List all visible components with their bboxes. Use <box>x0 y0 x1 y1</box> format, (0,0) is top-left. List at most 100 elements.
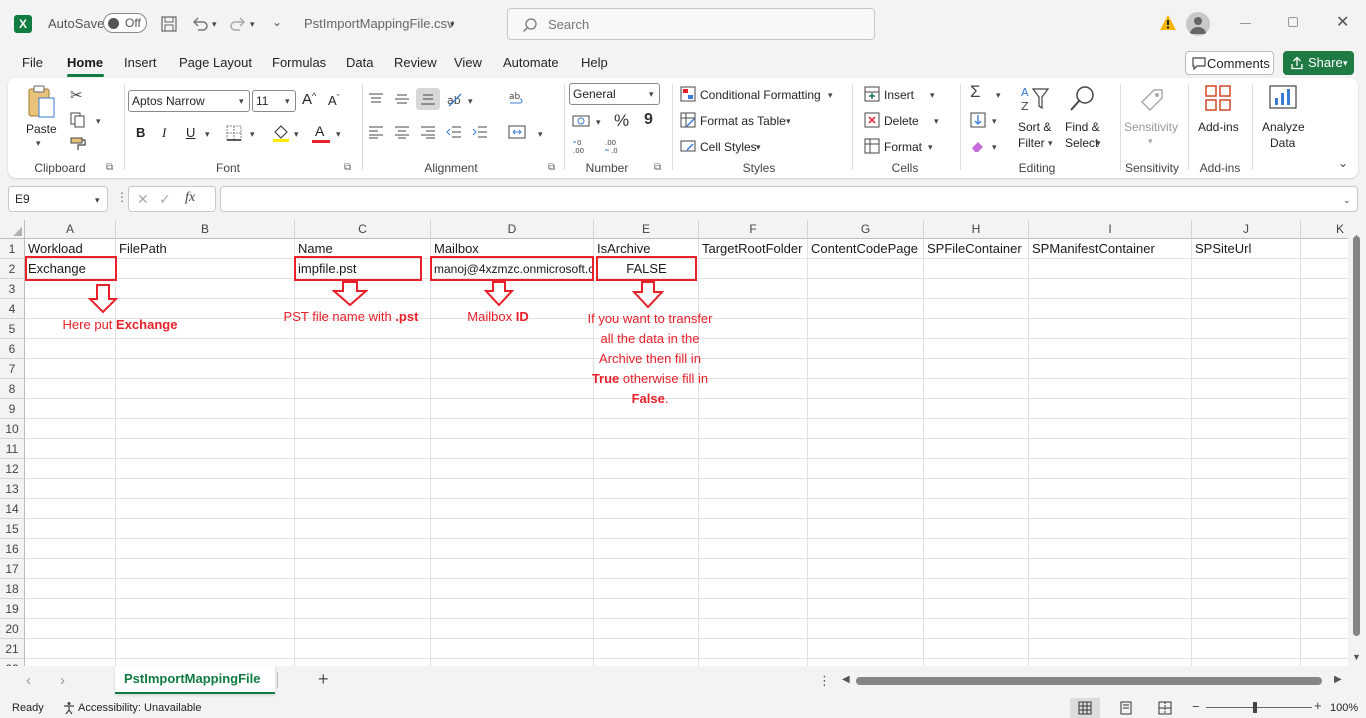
format-cells-button[interactable]: Format <box>884 140 922 154</box>
cancel-entry-icon[interactable]: ✕ <box>137 191 149 208</box>
accessibility-icon[interactable] <box>62 701 76 715</box>
normal-view-button[interactable] <box>1070 698 1100 718</box>
number-launcher-icon[interactable]: ⧉ <box>654 162 661 173</box>
select-all-corner[interactable] <box>0 220 25 239</box>
row-header-11[interactable]: 11 <box>0 439 25 459</box>
tab-view[interactable]: View <box>454 55 482 70</box>
row-header-3[interactable]: 3 <box>0 279 25 299</box>
undo-icon[interactable] <box>190 14 210 34</box>
add-ins-button[interactable]: Add-ins <box>1198 120 1239 134</box>
find-select-label-2[interactable]: Select <box>1065 136 1098 150</box>
column-header-b[interactable]: B <box>116 220 295 239</box>
cell-g1[interactable]: ContentCodePage <box>808 239 924 259</box>
clear-dropdown-icon[interactable]: ▾ <box>992 142 997 153</box>
row-header-14[interactable]: 14 <box>0 499 25 519</box>
underline-dropdown-icon[interactable]: ▾ <box>205 129 210 140</box>
restore-icon[interactable] <box>1288 17 1298 27</box>
accounting-format-icon[interactable] <box>572 113 590 129</box>
row-header-12[interactable]: 12 <box>0 459 25 479</box>
row-header-22[interactable]: 22 <box>0 659 25 666</box>
column-header-k[interactable]: K <box>1301 220 1348 239</box>
borders-dropdown-icon[interactable]: ▾ <box>250 129 255 140</box>
font-size-select[interactable]: 11 ▾ <box>252 90 296 112</box>
save-icon[interactable] <box>160 15 178 33</box>
cell-j1[interactable]: SPSiteUrl <box>1192 239 1301 259</box>
comma-button[interactable]: 9 <box>644 111 653 129</box>
row-header-4[interactable]: 4 <box>0 299 25 319</box>
tab-file[interactable]: File <box>22 55 43 70</box>
row-header-16[interactable]: 16 <box>0 539 25 559</box>
confirm-entry-icon[interactable]: ✓ <box>159 191 171 208</box>
column-header-g[interactable]: G <box>808 220 924 239</box>
paste-label[interactable]: Paste <box>26 122 57 136</box>
fill-dropdown-icon[interactable]: ▾ <box>294 129 299 140</box>
grow-font-icon[interactable]: A^ <box>302 91 316 108</box>
chevron-down-icon[interactable]: ▾ <box>756 142 761 153</box>
tab-insert[interactable]: Insert <box>124 55 157 70</box>
sort-filter-label-1[interactable]: Sort & <box>1018 120 1051 134</box>
insert-cells-button[interactable]: Insert <box>884 88 914 102</box>
row-header-8[interactable]: 8 <box>0 379 25 399</box>
sort-filter-label-2[interactable]: Filter <box>1018 136 1045 150</box>
close-icon[interactable]: ✕ <box>1336 12 1349 32</box>
horizontal-scroll-thumb[interactable] <box>856 677 1322 685</box>
align-left-icon[interactable] <box>368 125 384 139</box>
format-painter-icon[interactable] <box>70 136 86 152</box>
find-select-icon[interactable] <box>1068 84 1098 114</box>
cell-h1[interactable]: SPFileContainer <box>924 239 1029 259</box>
merge-center-icon[interactable] <box>508 124 526 140</box>
cell-styles-icon[interactable] <box>680 138 696 154</box>
autosum-dropdown-icon[interactable]: ▾ <box>996 90 1001 101</box>
conditional-formatting-button[interactable]: Conditional Formatting <box>700 88 821 102</box>
scroll-right-icon[interactable]: ▶ <box>1334 674 1342 685</box>
row-header-10[interactable]: 10 <box>0 419 25 439</box>
fill-color-icon[interactable] <box>272 123 290 143</box>
orientation-icon[interactable]: ab <box>446 90 464 108</box>
tab-help[interactable]: Help <box>581 55 608 70</box>
tab-split-handle-icon[interactable]: ⋮ <box>818 673 831 689</box>
zoom-slider-track[interactable] <box>1206 707 1312 708</box>
column-header-j[interactable]: J <box>1192 220 1301 239</box>
increase-decimal-icon[interactable]: 0.00 <box>572 138 592 154</box>
autosum-icon[interactable]: Σ <box>970 82 981 102</box>
redo-dropdown-icon[interactable]: ▾ <box>250 19 255 30</box>
tab-review[interactable]: Review <box>394 55 437 70</box>
column-header-f[interactable]: F <box>699 220 808 239</box>
column-header-d[interactable]: D <box>431 220 594 239</box>
zoom-slider-thumb[interactable] <box>1253 702 1257 713</box>
conditional-formatting-icon[interactable] <box>680 86 696 102</box>
paste-icon[interactable] <box>26 84 55 120</box>
undo-dropdown-icon[interactable]: ▾ <box>212 19 217 30</box>
avatar[interactable] <box>1186 12 1210 36</box>
vertical-scroll-thumb[interactable] <box>1353 236 1360 636</box>
chevron-down-icon[interactable]: ▾ <box>928 142 933 153</box>
chevron-down-icon[interactable]: ▾ <box>934 116 939 127</box>
scroll-down-icon[interactable]: ▼ <box>1352 652 1361 662</box>
sheet-tab-active[interactable]: PstImportMappingFile <box>115 666 275 694</box>
tab-formulas[interactable]: Formulas <box>272 55 326 70</box>
shrink-font-icon[interactable]: Aˇ <box>328 93 340 108</box>
filename-dropdown-icon[interactable]: ▾ <box>450 19 455 30</box>
row-header-15[interactable]: 15 <box>0 519 25 539</box>
share-button[interactable]: Share ▾ <box>1283 51 1354 75</box>
ribbon-collapse-icon[interactable]: ⌄ <box>1338 156 1348 170</box>
row-header-20[interactable]: 20 <box>0 619 25 639</box>
zoom-out-icon[interactable]: − <box>1192 699 1200 714</box>
row-header-9[interactable]: 9 <box>0 399 25 419</box>
row-header-17[interactable]: 17 <box>0 559 25 579</box>
page-break-view-icon[interactable] <box>1158 701 1172 715</box>
add-sheet-icon[interactable]: + <box>318 669 329 690</box>
number-format-select[interactable]: General ▾ <box>569 83 660 105</box>
column-header-i[interactable]: I <box>1029 220 1192 239</box>
delete-cells-icon[interactable] <box>864 112 880 128</box>
bold-button[interactable]: B <box>136 125 145 140</box>
sort-filter-icon[interactable]: AZ <box>1020 84 1050 114</box>
column-header-a[interactable]: A <box>25 220 116 239</box>
redo-icon[interactable] <box>228 14 248 34</box>
borders-icon[interactable] <box>226 125 242 141</box>
zoom-level[interactable]: 100% <box>1330 702 1358 714</box>
copy-icon[interactable] <box>70 112 86 128</box>
prev-sheet-icon[interactable]: ‹ <box>26 672 31 689</box>
clipboard-launcher-icon[interactable]: ⧉ <box>106 162 113 173</box>
wrap-text-icon[interactable]: ab <box>508 90 526 108</box>
